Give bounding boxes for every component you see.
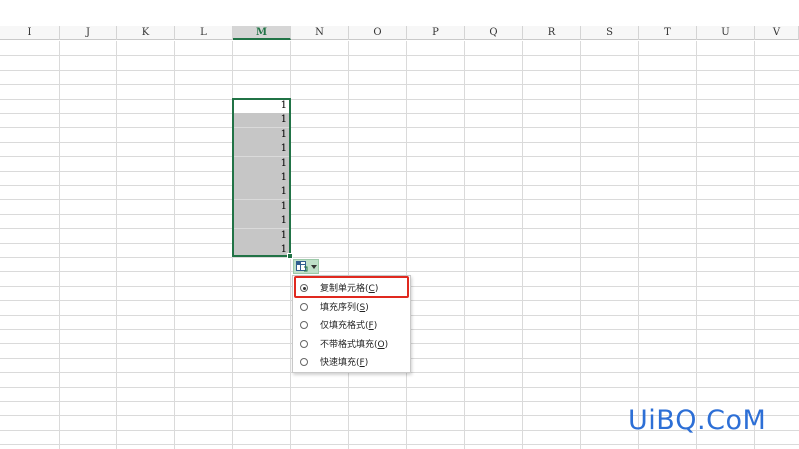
column-header-row: IJKLMNOPQRSTUV: [0, 26, 799, 40]
grid-row-line: [0, 55, 799, 56]
column-header-n[interactable]: N: [291, 26, 349, 40]
menu-item-5[interactable]: 快速填充(F): [293, 353, 410, 371]
menu-label-text: 复制单元格(: [320, 284, 369, 294]
cell-m8[interactable]: 1: [233, 199, 290, 214]
cell-m11[interactable]: 1: [233, 243, 290, 257]
grid-row-line: [0, 84, 799, 85]
menu-label-suffix: ): [373, 321, 378, 332]
cell-m5[interactable]: 1: [233, 156, 290, 171]
radio-icon[interactable]: [300, 284, 308, 292]
menu-item-label: 快速填充(F): [320, 355, 368, 368]
menu-item-4[interactable]: 不带格式填充(O): [293, 335, 410, 353]
menu-item-label: 填充序列(S): [320, 300, 369, 313]
grid-row-line: [0, 171, 799, 172]
grid-row-line: [0, 387, 799, 388]
column-header-m[interactable]: M: [233, 26, 291, 40]
grid-row-line: [0, 156, 799, 157]
column-header-s[interactable]: S: [581, 26, 639, 40]
column-header-k[interactable]: K: [117, 26, 175, 40]
menu-label-suffix: ): [374, 284, 379, 294]
column-header-l[interactable]: L: [175, 26, 233, 40]
cell-m4[interactable]: 1: [233, 142, 290, 157]
grid-row-line: [0, 401, 799, 402]
grid-row-line: [0, 444, 799, 445]
cell-m10[interactable]: 1: [233, 228, 290, 243]
grid-row-line: [0, 228, 799, 229]
chevron-down-icon: [310, 264, 317, 269]
radio-icon[interactable]: [300, 321, 308, 330]
menu-label-suffix: ): [365, 302, 369, 313]
cell-m2[interactable]: 1: [233, 113, 290, 128]
grid-row-line: [0, 127, 799, 128]
column-header-p[interactable]: P: [407, 26, 465, 40]
menu-item-2[interactable]: 填充序列(S): [293, 298, 410, 316]
column-header-u[interactable]: U: [697, 26, 755, 40]
grid-row-line: [0, 99, 799, 100]
grid-row-line: [0, 70, 799, 71]
radio-icon[interactable]: [300, 339, 308, 348]
menu-label-text: 仅填充格式(: [320, 321, 369, 332]
watermark-logo: UiBQ.CoM: [628, 405, 767, 436]
grid-row-line: [0, 142, 799, 143]
menu-label-text: 不带格式填充(: [320, 339, 378, 350]
grid-row-line: [0, 214, 799, 215]
column-header-t[interactable]: T: [639, 26, 697, 40]
radio-icon[interactable]: [300, 358, 308, 367]
menu-item-label: 不带格式填充(O): [320, 337, 388, 350]
menu-label-text: 填充序列(: [320, 302, 360, 313]
menu-item-1[interactable]: 复制单元格(C): [293, 279, 410, 297]
column-header-j[interactable]: J: [60, 26, 117, 40]
grid-row-line: [0, 271, 799, 272]
menu-item-label: 仅填充格式(F): [320, 318, 377, 331]
cell-grid[interactable]: [0, 41, 799, 449]
cell-m6[interactable]: 1: [233, 171, 290, 185]
spreadsheet: IJKLMNOPQRSTUV 11111111111 复制单元格(C) 填充序列(…: [0, 0, 799, 449]
menu-item-label: 复制单元格(C): [320, 281, 378, 294]
column-header-q[interactable]: Q: [465, 26, 523, 40]
menu-label-suffix: ): [384, 339, 389, 350]
cell-m1[interactable]: 1: [233, 99, 290, 113]
column-header-v[interactable]: V: [755, 26, 799, 40]
autofill-options-button[interactable]: [293, 259, 319, 274]
menu-item-3[interactable]: 仅填充格式(F): [293, 316, 410, 334]
menu-label-suffix: ): [364, 358, 369, 369]
radio-icon[interactable]: [300, 302, 308, 311]
column-header-i[interactable]: I: [0, 26, 60, 40]
menu-label-text: 快速填充(: [320, 358, 360, 369]
grid-row-line: [0, 113, 799, 114]
grid-row-line: [0, 257, 799, 258]
autofill-options-icon: [295, 261, 307, 272]
autofill-options-menu: 复制单元格(C) 填充序列(S) 仅填充格式(F) 不带格式填充(O) 快速填充(F): [292, 275, 411, 373]
cell-m7[interactable]: 1: [233, 185, 290, 200]
cell-m9[interactable]: 1: [233, 214, 290, 229]
column-header-r[interactable]: R: [523, 26, 581, 40]
grid-row-line: [0, 243, 799, 244]
cell-m3[interactable]: 1: [233, 127, 290, 142]
menu-accelerator-key: O: [377, 339, 385, 350]
column-header-o[interactable]: O: [349, 26, 407, 40]
grid-row-line: [0, 199, 799, 200]
grid-row-line: [0, 185, 799, 186]
